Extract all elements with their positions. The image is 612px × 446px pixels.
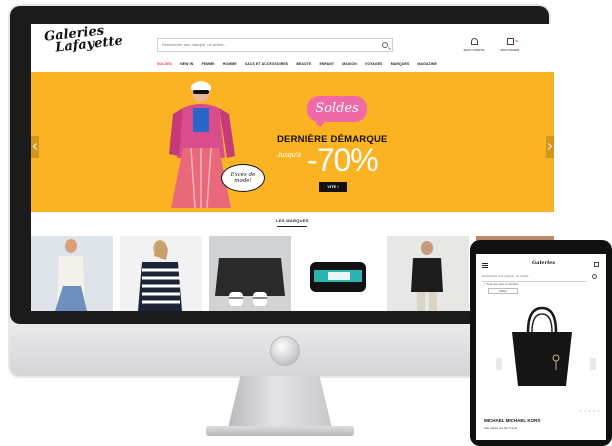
nav-item-magazine[interactable]: MAGAZINE <box>417 62 436 68</box>
device-mockup-scene: Galeries Lafayette Rechercher une marque… <box>0 0 612 446</box>
main-nav: SOLDES NEW IN FEMME HOMME SACS ET ACCESS… <box>157 62 437 68</box>
hero-discount-prefix: Jusqu'à <box>277 152 301 159</box>
cart-button[interactable]: 00 MON PANIER <box>495 38 525 52</box>
tablet-logo-line-1: Galeries <box>532 260 556 266</box>
tablet-screen: Galeries Rechercher une marque, un artic… <box>476 254 606 440</box>
tablet-back-link[interactable]: < Tous les sacs et articles <box>484 282 518 286</box>
site-logo[interactable]: Galeries Lafayette <box>43 24 123 61</box>
brand-tile-2[interactable] <box>120 236 202 311</box>
nav-item-femme[interactable]: FEMME <box>202 62 215 68</box>
bubble-line-2: mode! <box>234 178 252 184</box>
product-brand: MICHAEL MICHAEL KORS <box>484 418 541 423</box>
product-handbag-image <box>512 306 572 386</box>
user-icon <box>470 38 478 45</box>
tablet-carousel-dots: • • • • • <box>580 408 601 413</box>
search-icon[interactable] <box>382 42 388 48</box>
imac-stand <box>228 376 332 428</box>
cart-label: MON PANIER <box>500 48 520 52</box>
account-label: MON COMPTE <box>463 48 485 52</box>
brand-tile-1[interactable] <box>31 236 113 311</box>
hero-discount-percent: -70% <box>307 142 379 178</box>
cart-count: 00 <box>515 39 519 43</box>
tablet-filter-button[interactable]: Filtrer <box>488 288 518 294</box>
brand-tile-5[interactable] <box>387 236 469 311</box>
shopping-bag-icon <box>506 38 514 45</box>
tablet-shopping-bag-icon[interactable] <box>594 262 599 267</box>
imac-logo-icon <box>270 336 300 366</box>
tablet-search-placeholder: Rechercher une marque, un article... <box>482 274 531 278</box>
tablet-prev-image-button[interactable] <box>496 358 502 370</box>
hero-model-image <box>169 81 235 209</box>
hero-banner[interactable]: Excès de mode! Soldes DERNIÈRE DÉMARQUE … <box>31 72 554 212</box>
hero-cta-button[interactable]: VITE ! <box>319 182 347 192</box>
nav-item-sacs-accessoires[interactable]: SACS ET ACCESSOIRES <box>245 62 288 68</box>
imac-stand-base <box>206 426 354 436</box>
speech-bubble: Excès de mode! <box>221 164 265 192</box>
nav-item-soldes[interactable]: SOLDES <box>157 62 172 68</box>
tablet-next-image-button[interactable] <box>590 358 596 370</box>
carousel-prev-button[interactable] <box>31 136 39 158</box>
tablet-search-icon[interactable] <box>592 274 597 279</box>
site-header: Galeries Lafayette Rechercher une marque… <box>31 24 554 72</box>
nav-item-maison[interactable]: MAISON <box>342 62 357 68</box>
product-name: Sac cabas Jet Set Travel <box>484 426 518 430</box>
tablet-search-input[interactable]: Rechercher une marque, un article... <box>482 274 586 282</box>
nav-item-voyages[interactable]: VOYAGES <box>365 62 383 68</box>
carousel-next-button[interactable] <box>546 136 554 158</box>
brands-section-title: LES MARQUES <box>276 218 309 223</box>
brands-title-underline <box>277 226 307 227</box>
nav-item-homme[interactable]: HOMME <box>223 62 237 68</box>
tablet-logo[interactable]: Galeries <box>532 260 555 266</box>
nav-item-beaute[interactable]: BEAUTE <box>296 62 311 68</box>
brand-tile-4[interactable] <box>298 236 380 311</box>
nav-item-enfant[interactable]: ENFANT <box>319 62 334 68</box>
soldes-badge: Soldes <box>307 96 367 122</box>
hamburger-menu-icon[interactable] <box>482 263 488 264</box>
search-input[interactable]: Rechercher une marque, un article... <box>157 38 393 52</box>
account-button[interactable]: MON COMPTE <box>459 38 489 52</box>
nav-item-marques[interactable]: MARQUES <box>391 62 410 68</box>
brand-tile-3[interactable] <box>209 236 291 311</box>
nav-item-new-in[interactable]: NEW IN <box>180 62 193 68</box>
search-placeholder: Rechercher une marque, un article... <box>162 42 227 47</box>
